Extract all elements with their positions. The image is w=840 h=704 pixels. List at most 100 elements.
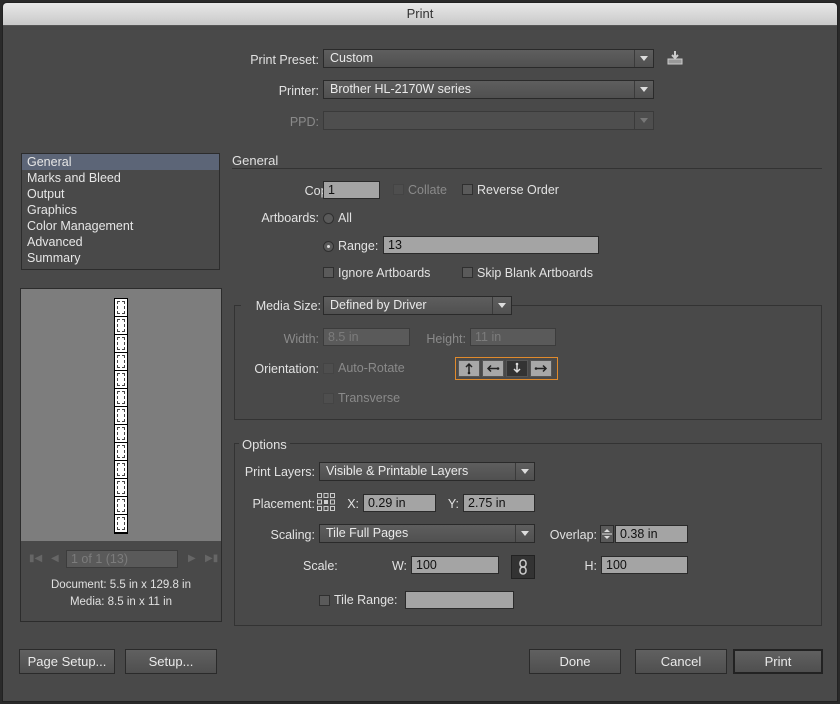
scale-height-input[interactable]: 100 [601,556,688,574]
placement-y-input[interactable]: 2.75 in [463,494,535,512]
placement-x-input[interactable]: 0.29 in [363,494,436,512]
height-input[interactable]: 11 in [470,328,556,346]
copies-input[interactable]: 1 [323,181,380,199]
tile-imageable-area [117,409,125,422]
sidebar-item-summary[interactable]: Summary [22,250,219,266]
tile-imageable-area [117,427,125,440]
preview-canvas[interactable] [21,289,221,541]
tile-imageable-area [117,301,125,314]
cancel-button[interactable]: Cancel [635,649,727,674]
tile-imageable-area [117,499,125,512]
link-icon [519,559,527,575]
scale-label: Scale: [303,559,338,573]
preview-tile [115,335,127,353]
h-label: H: [584,559,598,573]
print-dialog: Print Print Preset: Custom Printer: Brot… [2,2,838,702]
range-input[interactable]: 13 [383,236,599,254]
print-layers-label: Print Layers: [244,465,315,479]
done-button[interactable]: Done [529,649,621,674]
skip-blank-artboards-checkbox[interactable] [462,267,473,278]
ignore-artboards-checkbox[interactable] [323,267,334,278]
constrain-proportions-button[interactable] [511,555,535,579]
print-preset-select[interactable]: Custom [323,49,654,68]
landscape-reversed-icon [534,364,548,373]
sidebar-item-marks-and-bleed[interactable]: Marks and Bleed [22,170,219,186]
tile-imageable-area [117,463,125,476]
auto-rotate-checkbox[interactable] [323,363,334,374]
orientation-landscape-button[interactable] [482,360,504,377]
range-label: Range: [338,239,379,253]
category-list: General Marks and Bleed Output Graphics … [21,153,220,270]
preview-tile [115,353,127,371]
w-label: W: [391,559,407,573]
placement-reference-point-icon[interactable] [317,493,335,514]
sidebar-item-output[interactable]: Output [22,186,219,202]
scaling-select[interactable]: Tile Full Pages [319,524,535,543]
download-icon[interactable] [667,50,683,69]
chevron-down-icon [634,112,653,129]
chevron-down-icon [634,50,653,67]
artboard-preview-strip [114,298,128,534]
document-size-text: Document: 5.5 in x 129.8 in [51,579,191,591]
print-button[interactable]: Print [733,649,823,674]
height-label: Height: [426,332,466,346]
all-label: All [338,211,352,225]
print-preview-panel: ▮◀ ◀ 1 of 1 (13) ▶ ▶▮ Document: 5.5 in x… [20,288,222,622]
sidebar-item-color-management[interactable]: Color Management [22,218,219,234]
range-radio[interactable] [323,241,334,252]
scaling-value: Tile Full Pages [326,526,409,540]
preview-tile [115,497,127,515]
sidebar-item-general[interactable]: General [22,154,219,170]
sidebar-item-advanced[interactable]: Advanced [22,234,219,250]
skip-blank-artboards-label: Skip Blank Artboards [477,266,594,280]
media-size-text: Media: 8.5 in x 11 in [69,596,173,608]
chevron-down-icon [634,81,653,98]
placement-label: Placement: [252,497,315,511]
reverse-order-checkbox[interactable] [462,184,473,195]
printer-select[interactable]: Brother HL-2170W series [323,80,654,99]
transverse-checkbox[interactable] [323,393,334,404]
sidebar-item-graphics[interactable]: Graphics [22,202,219,218]
tile-range-input[interactable] [405,591,514,609]
preview-tile [115,299,127,317]
page-setup-button[interactable]: Page Setup... [19,649,115,674]
y-label: Y: [447,497,459,511]
collate-checkbox[interactable] [393,184,404,195]
media-size-select[interactable]: Defined by Driver [323,296,512,315]
preview-tile [115,425,127,443]
orientation-landscape-reversed-button[interactable] [530,360,552,377]
first-page-icon[interactable]: ▮◀ [29,553,42,564]
title-bar: Print [3,3,837,26]
print-layers-value: Visible & Printable Layers [326,464,469,478]
overlap-label: Overlap: [549,528,597,542]
media-size-label: Media Size: [241,299,323,313]
width-input[interactable]: 8.5 in [323,328,410,346]
tile-imageable-area [117,517,125,530]
x-label: X: [347,497,359,511]
landscape-icon [486,364,500,373]
orientation-portrait-reversed-button[interactable] [506,360,528,377]
ignore-artboards-label: Ignore Artboards [338,266,431,280]
next-page-icon[interactable]: ▶ [188,553,196,564]
scaling-label: Scaling: [270,528,315,542]
scale-width-input[interactable]: 100 [411,556,499,574]
last-page-icon[interactable]: ▶▮ [205,553,218,564]
print-preset-value: Custom [330,51,374,65]
orientation-portrait-button[interactable] [458,360,480,377]
general-section-title: General [232,153,279,168]
overlap-input[interactable]: 0.38 in [615,525,688,543]
previous-page-icon[interactable]: ◀ [51,553,59,564]
tile-range-label: Tile Range: [334,593,398,607]
print-layers-select[interactable]: Visible & Printable Layers [319,462,535,481]
tile-imageable-area [117,355,125,368]
page-indicator-field[interactable]: 1 of 1 (13) [66,550,178,568]
setup-button[interactable]: Setup... [125,649,217,674]
chevron-down-icon [515,525,534,542]
overlap-stepper[interactable] [600,525,614,543]
section-divider [232,168,822,169]
stepper-arrows-icon [602,529,612,539]
ppd-select[interactable] [323,111,654,130]
all-artboards-radio[interactable] [323,213,334,224]
tile-range-checkbox[interactable] [319,595,330,606]
auto-rotate-label: Auto-Rotate [338,361,405,375]
